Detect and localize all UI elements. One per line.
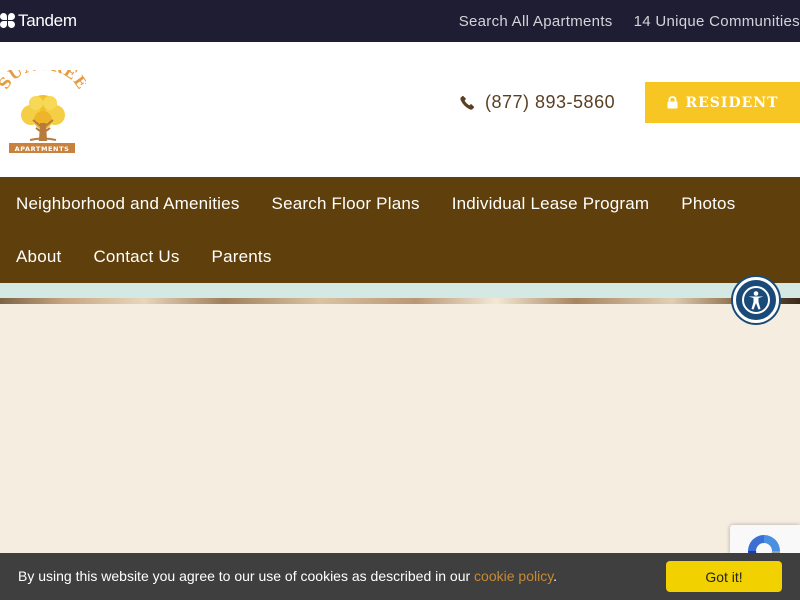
resident-button-label: RESIDENT [685, 94, 779, 111]
nav-item-neighborhood-amenities[interactable]: Neighborhood and Amenities [0, 194, 256, 214]
nav-item-photos[interactable]: Photos [665, 194, 751, 214]
top-bar: Tandem Search All Apartments 14 Unique C… [0, 0, 800, 42]
lock-icon [667, 96, 677, 109]
suntree-logo[interactable]: SUNTREE APARTMENTS [0, 70, 86, 158]
cookie-message: By using this website you agree to our u… [18, 568, 557, 584]
cookie-text-before: By using this website you agree to our u… [18, 568, 475, 584]
logo-subtext: APARTMENTS [15, 145, 70, 153]
cookie-accept-button[interactable]: Got it! [666, 561, 782, 592]
unique-communities-link[interactable]: 14 Unique Communities [634, 13, 800, 30]
phone-number: (877) 893-5860 [485, 92, 616, 112]
accessibility-icon [742, 286, 770, 314]
cookie-text-after: . [553, 568, 558, 584]
nav-item-contact-us[interactable]: Contact Us [77, 247, 195, 267]
accessibility-button[interactable] [733, 277, 779, 323]
tandem-brand-text: Tandem [18, 11, 77, 30]
nav-row-2: About Contact Us Parents [0, 230, 288, 283]
hero-image-strip [0, 283, 800, 304]
nav-item-parents[interactable]: Parents [196, 247, 288, 267]
tandem-brand[interactable]: Tandem [0, 9, 77, 33]
cookie-banner: By using this website you agree to our u… [0, 553, 800, 600]
recaptcha-badge[interactable] [730, 525, 800, 555]
site-header: SUNTREE APARTMENTS (877) 893-5860 RESIDE… [0, 42, 800, 177]
phone-contact[interactable]: (877) 893-5860 [460, 92, 615, 113]
main-nav: Neighborhood and Amenities Search Floor … [0, 177, 800, 283]
logo-text: SUNTREE [0, 70, 86, 93]
phone-icon [460, 95, 475, 110]
top-links: Search All Apartments 14 Unique Communit… [459, 0, 800, 42]
tandem-logo-icon [0, 13, 16, 29]
search-all-apartments-link[interactable]: Search All Apartments [459, 13, 613, 30]
main-content [0, 304, 800, 553]
nav-item-search-floor-plans[interactable]: Search Floor Plans [256, 194, 436, 214]
cookie-policy-link[interactable]: cookie policy [474, 568, 553, 584]
recaptcha-icon [748, 535, 780, 555]
svg-text:SUNTREE: SUNTREE [0, 70, 86, 93]
tree-icon [21, 95, 65, 141]
nav-row-1: Neighborhood and Amenities Search Floor … [0, 177, 751, 230]
resident-button[interactable]: RESIDENT [645, 82, 800, 123]
nav-item-individual-lease-program[interactable]: Individual Lease Program [436, 194, 666, 214]
nav-item-about[interactable]: About [0, 247, 77, 267]
